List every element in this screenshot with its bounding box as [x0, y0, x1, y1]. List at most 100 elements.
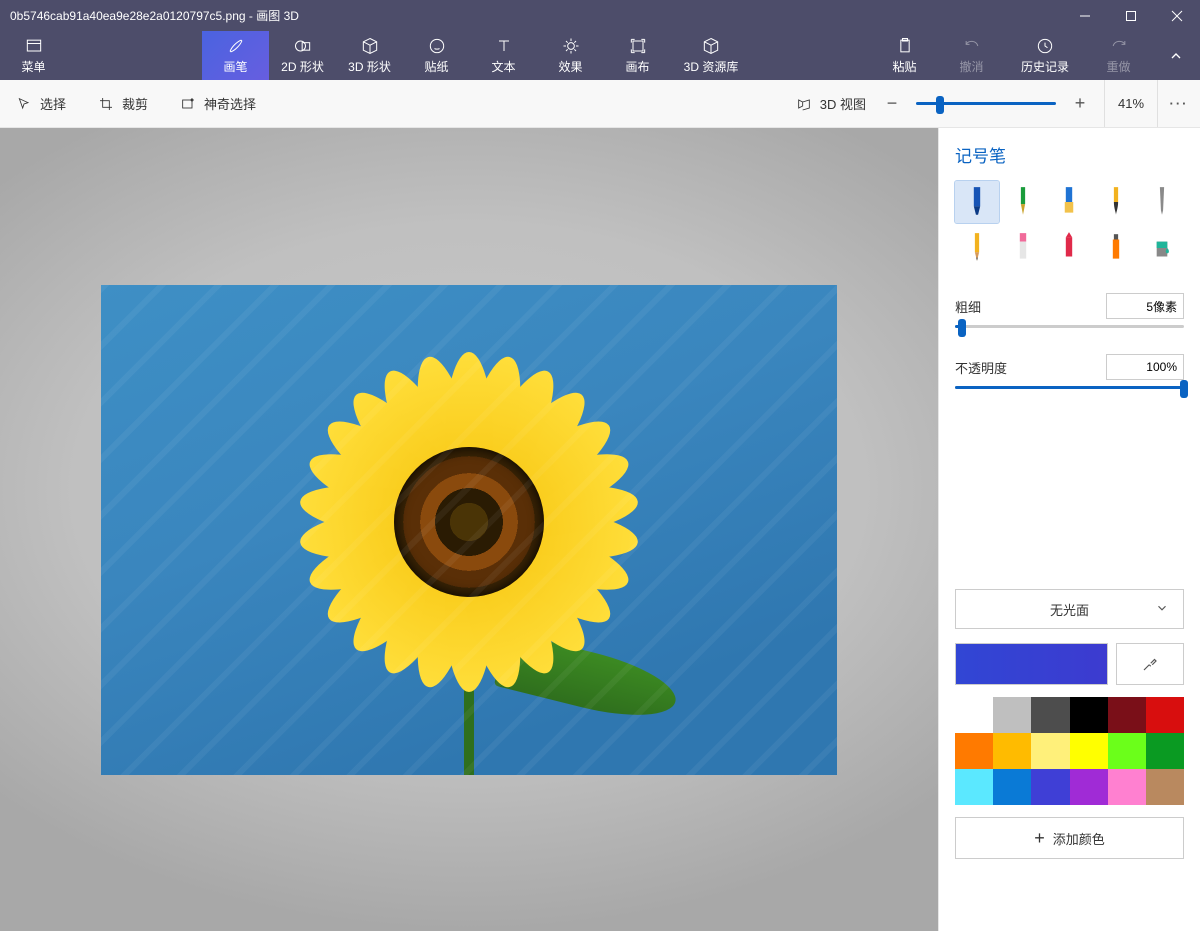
- menu-label: 菜单: [21, 58, 45, 75]
- tab-3d-label: 3D 形状: [348, 58, 391, 75]
- brush-tip[interactable]: [1094, 181, 1138, 223]
- select-tool[interactable]: 选择: [0, 80, 82, 127]
- thickness-slider-thumb[interactable]: [958, 319, 966, 337]
- color-swatch[interactable]: [1031, 769, 1069, 805]
- undo-button[interactable]: 撤消: [938, 31, 1005, 80]
- add-color-label: 添加颜色: [1053, 829, 1105, 848]
- thickness-label: 粗细: [955, 297, 981, 316]
- color-swatch[interactable]: [1108, 769, 1146, 805]
- brush-pencil[interactable]: [955, 227, 999, 269]
- brush-crayon[interactable]: [1047, 227, 1091, 269]
- more-options-button[interactable]: ···: [1158, 96, 1200, 111]
- panel-title: 记号笔: [955, 142, 1184, 167]
- undo-label: 撤消: [959, 58, 983, 75]
- tab-2d-shapes[interactable]: 2D 形状: [269, 31, 336, 80]
- zoom-slider-thumb[interactable]: [936, 96, 944, 114]
- canvas-area[interactable]: [0, 128, 938, 931]
- maximize-button[interactable]: [1108, 0, 1154, 31]
- color-palette: [955, 697, 1184, 805]
- current-color-swatch[interactable]: [955, 643, 1108, 685]
- menu-button[interactable]: 菜单: [0, 31, 67, 80]
- canvas-image: [302, 439, 478, 544]
- color-swatch[interactable]: [993, 697, 1031, 733]
- select-label: 选择: [40, 94, 66, 113]
- tab-stickers[interactable]: 贴纸: [403, 31, 470, 80]
- color-swatch[interactable]: [955, 697, 993, 733]
- color-swatch[interactable]: [1146, 769, 1184, 805]
- brush-marker[interactable]: [955, 181, 999, 223]
- canvas-image: [460, 439, 636, 544]
- brush-brush[interactable]: [1047, 181, 1091, 223]
- canvas-image: [302, 499, 478, 604]
- brush-fill[interactable]: [1140, 227, 1184, 269]
- color-swatch[interactable]: [1070, 697, 1108, 733]
- zoom-controls: − +: [882, 94, 1104, 114]
- tab-text-label: 文本: [491, 58, 515, 75]
- thickness-input[interactable]: [1106, 293, 1184, 319]
- tab-canvas[interactable]: 画布: [604, 31, 671, 80]
- color-swatch[interactable]: [955, 733, 993, 769]
- canvas-image: [297, 498, 472, 566]
- zoom-slider[interactable]: [916, 102, 1056, 105]
- color-swatch[interactable]: [1031, 697, 1069, 733]
- view-3d-label: 3D 视图: [820, 94, 866, 113]
- tab-brush[interactable]: 画笔: [202, 31, 269, 80]
- zoom-in-button[interactable]: +: [1070, 94, 1090, 114]
- opacity-slider-thumb[interactable]: [1180, 380, 1188, 398]
- brush-spray[interactable]: [1094, 227, 1138, 269]
- minimize-button[interactable]: [1062, 0, 1108, 31]
- color-swatch[interactable]: [1070, 733, 1108, 769]
- brush-stylus[interactable]: [1140, 181, 1184, 223]
- canvas-image: [448, 360, 570, 533]
- collapse-ribbon-button[interactable]: [1152, 31, 1200, 80]
- tab-effects-label: 效果: [558, 58, 582, 75]
- tab-canvas-label: 画布: [625, 58, 649, 75]
- tab-3d-library[interactable]: 3D 资源库: [671, 31, 751, 80]
- view-3d-toggle[interactable]: 3D 视图: [780, 80, 882, 127]
- color-swatch[interactable]: [993, 769, 1031, 805]
- eyedropper-button[interactable]: [1116, 643, 1184, 685]
- color-swatch[interactable]: [1070, 769, 1108, 805]
- color-swatch[interactable]: [1146, 733, 1184, 769]
- canvas-image: [269, 322, 669, 722]
- crop-tool[interactable]: 裁剪: [82, 80, 164, 127]
- canvas-image: [466, 498, 641, 566]
- tab-effects[interactable]: 效果: [537, 31, 604, 80]
- canvas-image: [405, 351, 492, 528]
- opacity-input[interactable]: [1106, 354, 1184, 380]
- zoom-out-button[interactable]: −: [882, 94, 902, 114]
- opacity-slider[interactable]: [955, 386, 1184, 389]
- paste-label: 粘贴: [892, 58, 916, 75]
- color-swatch[interactable]: [955, 769, 993, 805]
- thickness-slider[interactable]: [955, 325, 1184, 328]
- add-color-button[interactable]: + 添加颜色: [955, 817, 1184, 859]
- redo-button[interactable]: 重做: [1085, 31, 1152, 80]
- canvas-image: [451, 506, 600, 665]
- canvas-image: [460, 499, 636, 604]
- zoom-percent[interactable]: 41%: [1104, 80, 1158, 127]
- color-swatch[interactable]: [1031, 733, 1069, 769]
- crop-label: 裁剪: [122, 94, 148, 113]
- finish-dropdown[interactable]: 无光面: [955, 589, 1184, 629]
- color-swatch[interactable]: [993, 733, 1031, 769]
- canvas-image: [315, 502, 482, 638]
- magic-select-tool[interactable]: 神奇选择: [164, 80, 272, 127]
- canvas-image: [338, 506, 487, 665]
- color-swatch[interactable]: [1108, 733, 1146, 769]
- plus-icon: +: [1034, 829, 1045, 847]
- paste-button[interactable]: 粘贴: [871, 31, 938, 80]
- close-button[interactable]: [1154, 0, 1200, 31]
- window-controls: [1062, 0, 1200, 31]
- brush-eraser[interactable]: [1001, 227, 1045, 269]
- tab-text[interactable]: 文本: [470, 31, 537, 80]
- color-swatch[interactable]: [1146, 697, 1184, 733]
- brush-pen[interactable]: [1001, 181, 1045, 223]
- canvas-image: [446, 351, 533, 528]
- canvas-image: [466, 477, 641, 545]
- color-swatch[interactable]: [1108, 697, 1146, 733]
- tab-3d-shapes[interactable]: 3D 形状: [336, 31, 403, 80]
- history-button[interactable]: 历史记录: [1005, 31, 1085, 80]
- canvas-image: [394, 447, 544, 597]
- canvas[interactable]: [101, 285, 837, 775]
- canvas-image: [451, 378, 600, 537]
